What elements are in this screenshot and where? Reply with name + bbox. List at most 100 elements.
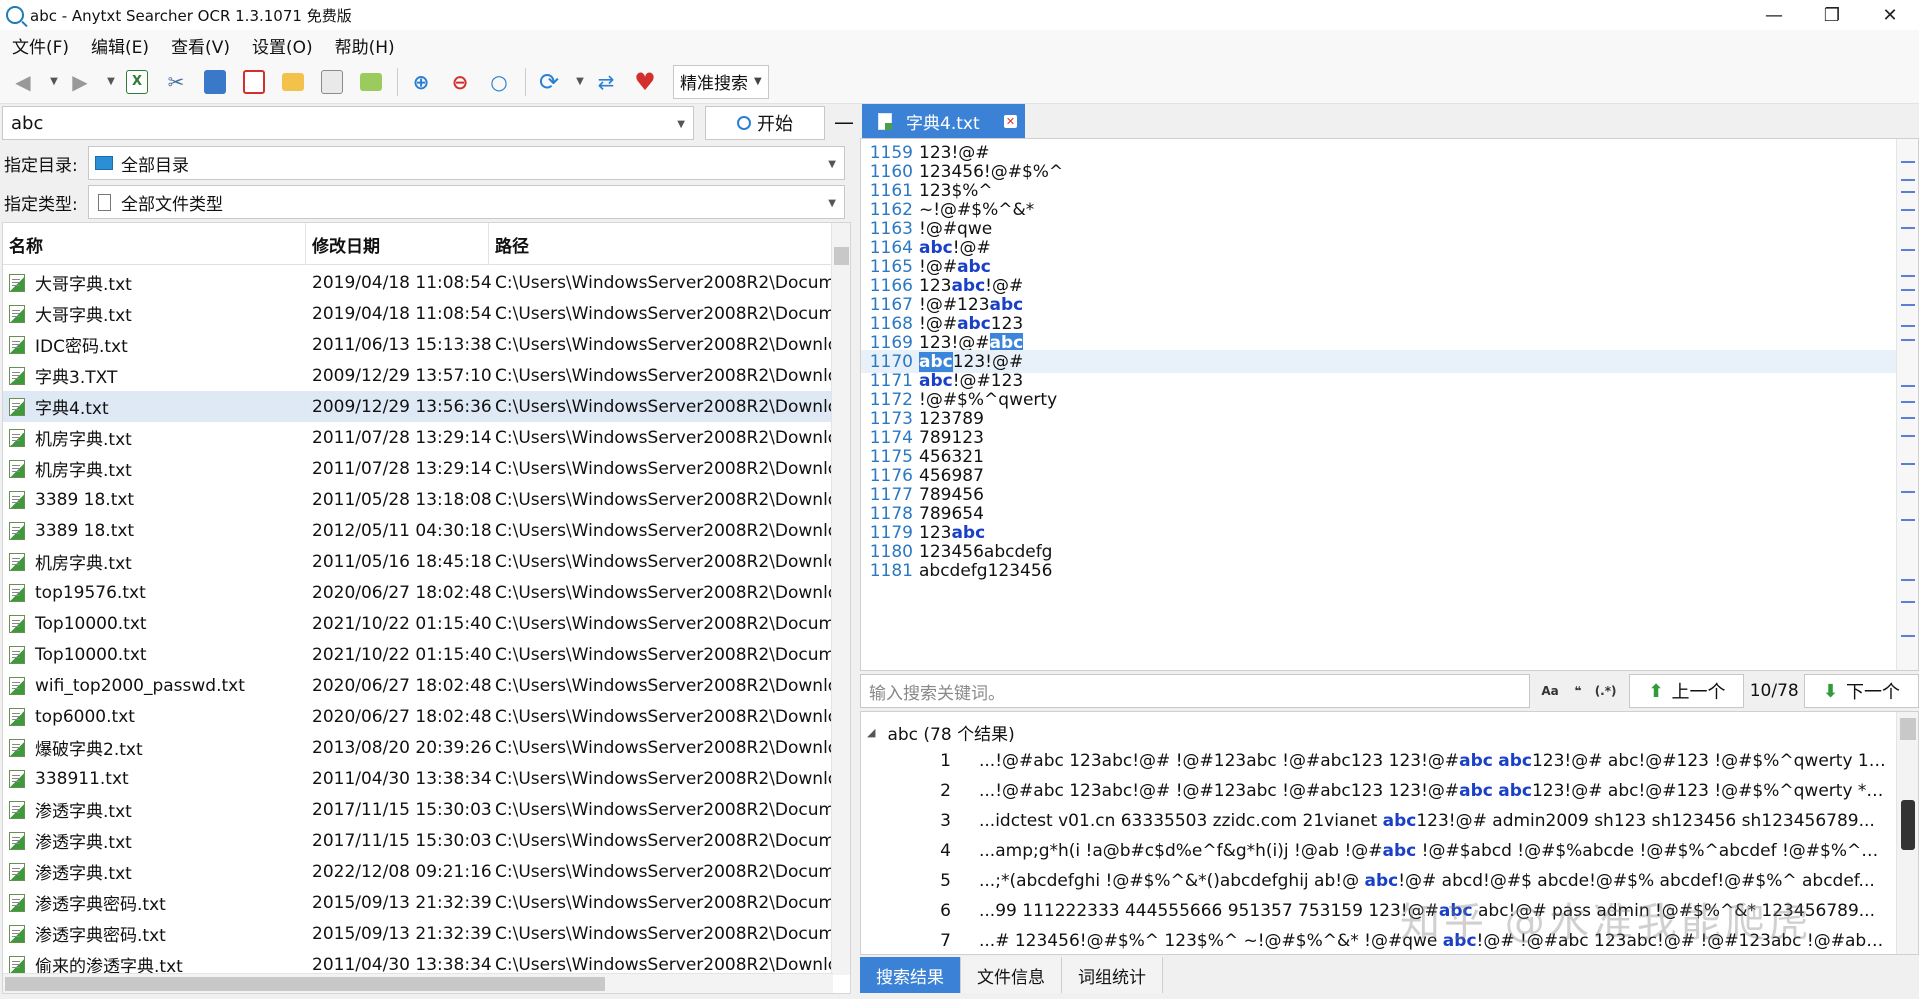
- match-case-toggle[interactable]: Aa: [1536, 684, 1564, 698]
- translate-icon[interactable]: ⇄: [591, 67, 621, 97]
- minimize-button[interactable]: —: [1745, 0, 1803, 30]
- start-search-button[interactable]: 开始: [705, 106, 825, 140]
- forward-dropdown-icon[interactable]: ▼: [104, 67, 118, 97]
- file-row[interactable]: 渗透字典密码.txt 2015/09/13 21:32:39 C:\Users\Wi…: [3, 887, 833, 918]
- scroll-thumb[interactable]: [5, 977, 605, 991]
- file-row[interactable]: 字典3.TXT 2009/12/29 13:57:10 C:\Users\Windo…: [3, 360, 833, 391]
- collapse-button[interactable]: —: [834, 110, 854, 134]
- file-row[interactable]: 大哥字典.txt 2019/04/18 11:08:54 C:\Users\Wind…: [3, 298, 833, 329]
- match-marker: [1901, 385, 1915, 387]
- menu-settings[interactable]: 设置(O): [244, 33, 321, 58]
- file-row[interactable]: 渗透字典.txt 2022/12/08 09:21:16 C:\Users\Wind…: [3, 856, 833, 887]
- file-row[interactable]: 大哥字典.txt 2019/04/18 11:08:54 C:\Users\Wind…: [3, 267, 833, 298]
- file-list-horizontal-scrollbar[interactable]: [3, 973, 833, 993]
- result-row[interactable]: 4 ...amp;g*h(i !a@b#c$d%e^f&g*h(i)j !@ab …: [861, 836, 1895, 865]
- file-row[interactable]: Top10000.txt 2021/10/22 01:15:40 C:\Users\…: [3, 639, 833, 670]
- chevron-down-icon[interactable]: ▼: [677, 119, 685, 130]
- file-row[interactable]: Top10000.txt 2021/10/22 01:15:40 C:\Users\…: [3, 608, 833, 639]
- scroll-thumb[interactable]: [834, 247, 849, 265]
- type-label: 指定类型:: [4, 194, 78, 215]
- whole-word-toggle[interactable]: ❝: [1564, 684, 1592, 698]
- text-segment: ...!@#abc 123abc!@# !@#123abc !@#abc123 …: [979, 750, 1460, 771]
- menu-file[interactable]: 文件(F): [4, 33, 77, 58]
- file-name-cell: 渗透字典.txt: [9, 859, 132, 884]
- find-keyword-input[interactable]: 输入搜索关键词。: [860, 674, 1531, 708]
- forward-icon[interactable]: ▶: [65, 67, 95, 97]
- open-file-icon[interactable]: [317, 67, 347, 97]
- file-row[interactable]: 渗透字典.txt 2017/11/15 15:30:03 C:\Users\Wind…: [3, 794, 833, 825]
- scroll-thumb[interactable]: [1900, 718, 1916, 740]
- back-icon[interactable]: ◀: [8, 67, 38, 97]
- collapse-triangle-icon[interactable]: ◢: [867, 726, 875, 739]
- results-group[interactable]: ◢ abc (78 个结果): [867, 720, 1015, 745]
- file-row[interactable]: 字典4.txt 2009/12/29 13:56:36 C:\Users\Windo…: [3, 391, 833, 422]
- heart-icon[interactable]: ♥: [630, 67, 660, 97]
- match-overview-scrollbar[interactable]: [1896, 139, 1918, 670]
- text-file-icon: [9, 862, 25, 881]
- column-date[interactable]: 修改日期: [306, 223, 489, 265]
- zoom-in-icon[interactable]: ⊕: [406, 67, 436, 97]
- zoom-out-icon[interactable]: ⊖: [445, 67, 475, 97]
- tab-phrase-stats[interactable]: 词组统计: [1062, 957, 1163, 993]
- file-date: 2022/12/08 09:21:16: [312, 861, 492, 882]
- delete-icon[interactable]: [239, 67, 269, 97]
- file-row[interactable]: top19576.txt 2020/06/27 18:02:48 C:\Users\…: [3, 577, 833, 608]
- file-row[interactable]: 3389 18.txt 2011/05/28 13:18:08 C:\Users\W…: [3, 484, 833, 515]
- file-row[interactable]: IDC密码.txt 2011/06/13 15:13:38 C:\Users\Win…: [3, 329, 833, 360]
- result-row[interactable]: 1 ...!@#abc 123abc!@# !@#123abc !@#abc123…: [861, 746, 1895, 775]
- maximize-button[interactable]: ❐: [1803, 0, 1861, 30]
- document-preview[interactable]: 1159 123!@# 1160 123456!@#$%^ 1161 123$%^ 1162…: [860, 138, 1919, 671]
- search-mode-select[interactable]: 精准搜索 ▼: [673, 64, 769, 99]
- copy-icon[interactable]: [200, 67, 230, 97]
- menu-help[interactable]: 帮助(H): [327, 33, 403, 58]
- file-row[interactable]: 渗透字典密码.txt 2015/09/13 21:32:39 C:\Users\Wi…: [3, 918, 833, 949]
- menu-edit[interactable]: 编辑(E): [83, 33, 157, 58]
- file-row[interactable]: 机房字典.txt 2011/07/28 13:29:14 C:\Users\Wind…: [3, 422, 833, 453]
- file-name: top19576.txt: [35, 582, 146, 603]
- file-row[interactable]: 338911.txt 2011/04/30 13:38:34 C:\Users\Wi…: [3, 763, 833, 794]
- result-row[interactable]: 2 ...!@#abc 123abc!@# !@#123abc !@#abc123…: [861, 776, 1895, 805]
- match-marker: [1901, 325, 1915, 327]
- menu-view[interactable]: 查看(V): [163, 33, 238, 58]
- results-scrollbar[interactable]: [1896, 712, 1918, 954]
- zoom-reset-icon[interactable]: ○: [484, 67, 514, 97]
- file-row[interactable]: top6000.txt 2020/06/27 18:02:48 C:\Users\W…: [3, 701, 833, 732]
- file-row[interactable]: wifi_top2000_passwd.txt 2020/06/27 18:02:…: [3, 670, 833, 701]
- text-file-icon: [9, 831, 25, 850]
- previous-match-button[interactable]: ⬆ 上一个: [1629, 674, 1745, 708]
- file-row[interactable]: 爆破字典2.txt 2013/08/20 20:39:26 C:\Users\Win…: [3, 732, 833, 763]
- file-row[interactable]: 渗透字典.txt 2017/11/15 15:30:03 C:\Users\Wind…: [3, 825, 833, 856]
- scroll-handle[interactable]: [1901, 800, 1915, 850]
- locate-folder-icon[interactable]: [356, 67, 386, 97]
- file-name: 渗透字典.txt: [35, 864, 132, 884]
- file-row[interactable]: 机房字典.txt 2011/05/16 18:45:18 C:\Users\Wind…: [3, 546, 833, 577]
- file-name: 338911.txt: [35, 768, 129, 789]
- export-excel-icon[interactable]: X: [122, 67, 152, 97]
- result-number: 5: [940, 870, 951, 891]
- close-window-button[interactable]: ✕: [1861, 0, 1919, 30]
- cut-icon[interactable]: ✂: [161, 67, 191, 97]
- type-select[interactable]: 全部文件类型 ▼: [88, 185, 845, 219]
- tab-file-info[interactable]: 文件信息: [961, 957, 1062, 993]
- file-row[interactable]: 机房字典.txt 2011/07/28 13:29:14 C:\Users\Wind…: [3, 453, 833, 484]
- file-list-vertical-scrollbar[interactable]: [831, 223, 850, 975]
- back-dropdown-icon[interactable]: ▼: [47, 67, 61, 97]
- close-tab-icon[interactable]: ✕: [1004, 115, 1017, 128]
- column-name[interactable]: 名称: [3, 223, 306, 265]
- result-row[interactable]: 3 ...idctest v01.cn 63335503 zzidc.com 21…: [861, 806, 1895, 835]
- tab-document[interactable]: 字典4.txt ✕: [862, 104, 1025, 138]
- refresh-dropdown-icon[interactable]: ▼: [573, 67, 587, 97]
- regex-toggle[interactable]: (.*): [1592, 684, 1620, 698]
- file-name: 字典3.TXT: [35, 368, 118, 388]
- directory-select[interactable]: 全部目录 ▼: [88, 146, 845, 180]
- refresh-icon[interactable]: ⟳: [534, 67, 564, 97]
- open-folder-icon[interactable]: [278, 67, 308, 97]
- tab-search-results[interactable]: 搜索结果: [860, 957, 961, 993]
- file-row[interactable]: 3389 18.txt 2012/05/11 04:30:18 C:\Users\W…: [3, 515, 833, 546]
- search-input[interactable]: abc ▼: [2, 106, 694, 140]
- file-name-cell: 渗透字典.txt: [9, 828, 132, 853]
- next-match-button[interactable]: ⬇ 下一个: [1803, 674, 1919, 708]
- text-segment: ...amp;g*h(i !a@b#c$d%e^f&g*h(i)j !@ab !…: [979, 840, 1383, 861]
- column-path[interactable]: 路径: [489, 223, 833, 265]
- file-name: top6000.txt: [35, 706, 135, 727]
